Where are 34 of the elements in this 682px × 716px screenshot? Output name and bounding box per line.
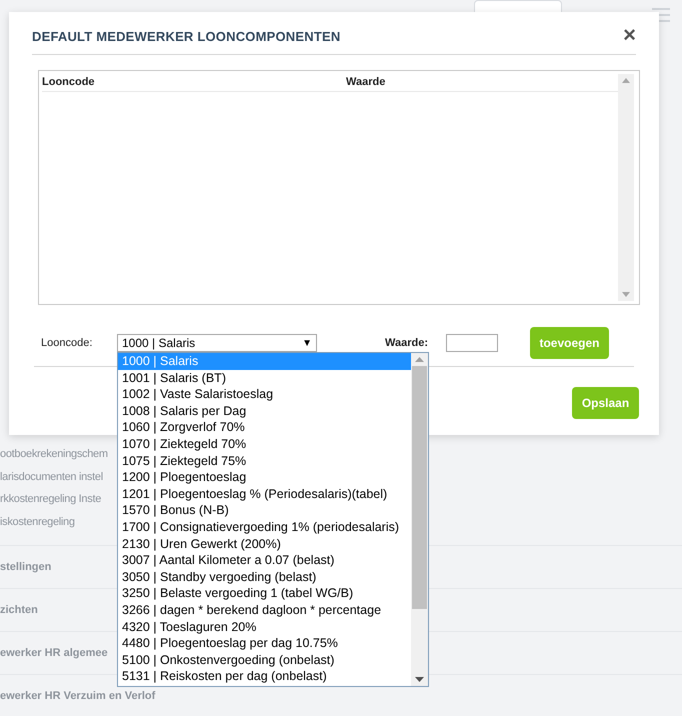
column-header: Waarde — [346, 75, 386, 90]
close-button[interactable]: × — [623, 25, 636, 45]
dropdown-option[interactable]: 1200 | Ploegentoeslag — [118, 469, 411, 486]
dropdown-option[interactable]: 1002 | Vaste Salaristoeslag — [118, 386, 411, 403]
dropdown-option[interactable]: 4480 | Ploegentoeslag per dag 10.75% — [118, 635, 411, 652]
dropdown-option[interactable]: 2130 | Uren Gewerkt (200%) — [118, 536, 411, 552]
dropdown-option[interactable]: 1201 | Ploegentoeslag % (Periodesalaris)(tabel) — [118, 486, 411, 502]
scroll-down-icon[interactable] — [415, 677, 424, 682]
waarde-label: Waarde: — [385, 336, 429, 351]
dropdown-option[interactable]: 1008 | Salaris per Dag — [118, 402, 411, 420]
dropdown-option[interactable]: 3250 | Belaste vergoeding 1 (tabel WG/B) — [118, 585, 411, 602]
dropdown-option[interactable]: 5100 | Onkostenvergoeding (onbelast) — [118, 652, 411, 668]
looncode-select[interactable]: 1000 | Salaris ▼ — [117, 334, 317, 352]
dropdown-option[interactable]: 1060 | Zorgverlof 70% — [118, 419, 411, 436]
column-header: Looncode — [42, 75, 96, 90]
dropdown-scrollbar[interactable] — [411, 353, 428, 686]
dropdown-option[interactable]: 3007 | Aantal Kilometer a 0.07 (belast) — [118, 552, 411, 569]
dropdown-option[interactable]: 3266 | dagen * berekend dagloon * percentage — [118, 602, 411, 618]
scroll-up-icon[interactable] — [415, 357, 424, 362]
dropdown-option[interactable]: 3050 | Standby vergoeding (belast) — [118, 568, 411, 586]
dropdown-option[interactable]: 1001 | Salaris (BT) — [118, 370, 411, 386]
dropdown-option[interactable]: 1070 | Ziektegeld 70% — [118, 436, 411, 453]
looncode-label: Looncode: — [41, 336, 94, 351]
scroll-thumb[interactable] — [412, 366, 427, 609]
scrollbar[interactable] — [618, 74, 634, 301]
dropdown-option[interactable]: 1700 | Consignatievergoeding 1% (periodesalaris) — [118, 518, 411, 536]
dropdown-option[interactable]: 1075 | Ziektegeld 75% — [118, 452, 411, 470]
dropdown-option[interactable]: 4320 | Toeslaguren 20% — [118, 618, 411, 636]
dropdown-list[interactable] — [118, 353, 411, 686]
scroll-up-icon[interactable] — [622, 78, 630, 83]
dialog-title: DEFAULT MEDEWERKER LOONCOMPONENTEN — [32, 28, 340, 46]
dropdown-option[interactable]: 1570 | Bonus (N-B) — [118, 502, 411, 519]
dropdown-option[interactable]: 5131 | Reiskosten per dag (onbelast) — [118, 668, 411, 685]
waarde-field[interactable] — [446, 334, 498, 352]
